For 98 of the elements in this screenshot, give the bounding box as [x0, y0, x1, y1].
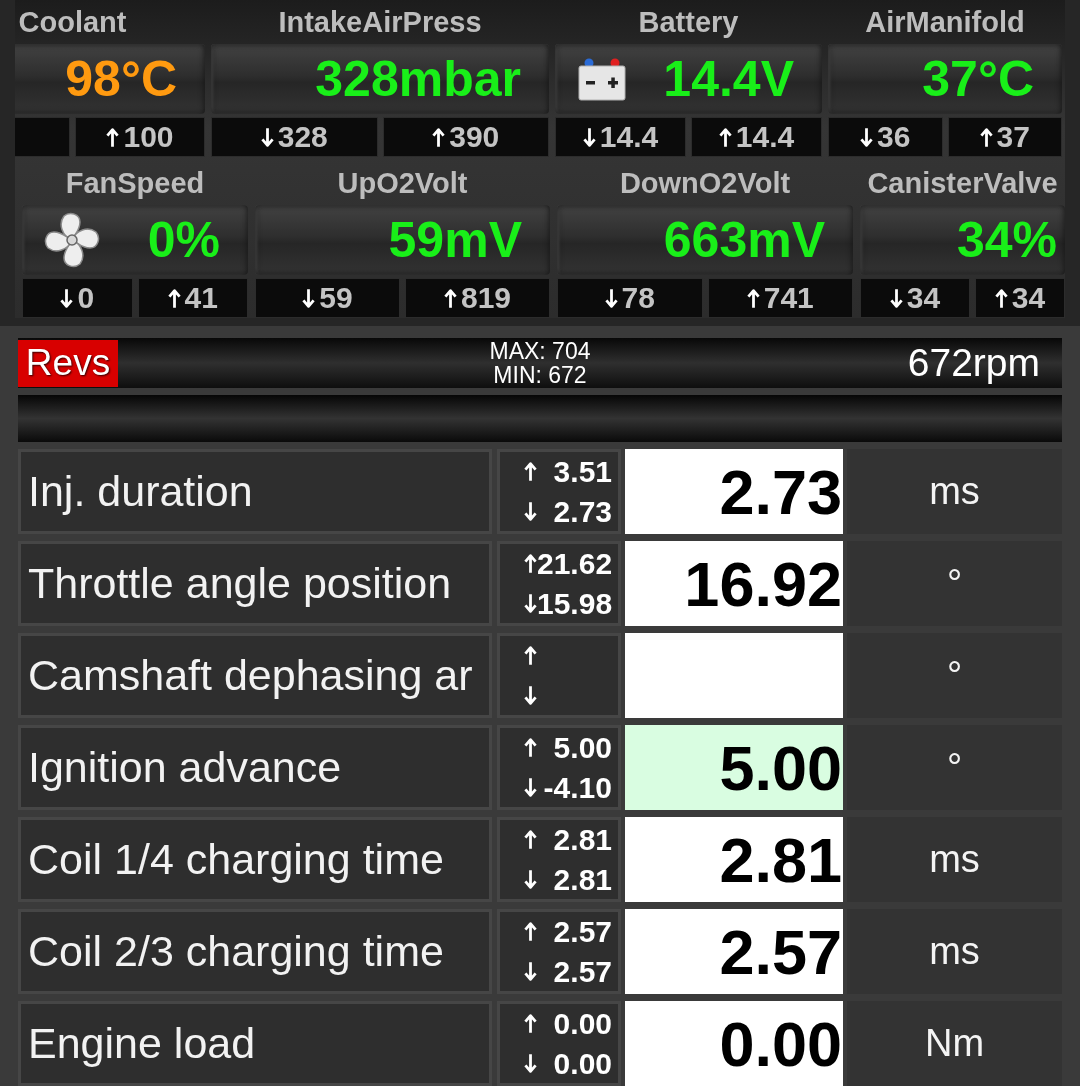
battery-icon: [577, 57, 627, 101]
gauge-label: DownO2Volt: [618, 165, 792, 201]
min-reading: 328: [277, 120, 328, 154]
max-reading: 14.4: [735, 120, 795, 154]
down-arrow-icon: [524, 685, 537, 706]
max-reading: 100: [123, 120, 174, 154]
min-reading: 78: [621, 281, 655, 315]
up-arrow-icon: [979, 126, 993, 148]
up-arrow-icon: [524, 645, 537, 666]
down-arrow-icon: [889, 287, 903, 309]
max-reading: 2.81: [553, 822, 612, 857]
up-arrow-icon: [524, 737, 537, 758]
min-reading: 0: [77, 281, 95, 315]
parameter-name: Camshaft dephasing ar: [18, 633, 492, 718]
gauge-label: UpO2Volt: [336, 165, 469, 201]
fan-icon: [44, 212, 100, 268]
max-reading: MAX: 704: [489, 339, 591, 363]
up-arrow-icon: [443, 287, 457, 309]
value-cell: 2.81: [625, 817, 843, 902]
min-reading: 14.4: [599, 120, 659, 154]
up-arrow-icon: [524, 553, 537, 574]
parameter-name: Inj. duration: [18, 449, 492, 534]
down-arrow-icon: [302, 287, 316, 309]
parameter-name: Coil 1/4 charging time: [18, 817, 492, 902]
gauge-reading: 663mV: [663, 211, 825, 269]
value-cell: 0.00: [625, 1001, 843, 1086]
min-reading: 15.98: [537, 586, 613, 621]
down-arrow-icon: [524, 1053, 537, 1074]
parameter-name: Engine load: [18, 1001, 492, 1086]
min-reading: 59: [319, 281, 353, 315]
down-arrow-icon: [860, 126, 874, 148]
parameter-name: Coil 2/3 charging time: [18, 909, 492, 994]
down-arrow-icon: [60, 287, 74, 309]
min-reading: 34: [906, 281, 941, 315]
revs-label: Revs: [18, 339, 118, 387]
gauge-reading: 14.4V: [663, 50, 794, 108]
min-reading: 2.73: [553, 494, 612, 529]
max-reading: 390: [449, 120, 500, 154]
down-arrow-icon: [582, 126, 596, 148]
unit-cell: ms: [847, 449, 1062, 534]
min-reading: -4.10: [543, 770, 612, 805]
gauge-label: IntakeAirPress: [277, 4, 483, 40]
down-arrow-icon: [260, 126, 274, 148]
value-cell: 2.73: [625, 449, 843, 534]
up-arrow-icon: [524, 921, 537, 942]
max-reading: 21.62: [537, 546, 613, 581]
max-reading: 2.57: [553, 914, 612, 949]
min-reading: 36: [877, 120, 911, 154]
max-reading: 37: [996, 120, 1030, 154]
down-arrow-icon: [524, 869, 537, 890]
up-arrow-icon: [524, 461, 537, 482]
gauge-label: FanSpeed: [64, 165, 206, 201]
unit-cell: °: [847, 633, 1062, 718]
unit-cell: °: [847, 725, 1062, 810]
parameter-name: Throttle angle position: [18, 541, 492, 626]
max-reading: 0.00: [553, 1006, 612, 1041]
unit-cell: Nm: [847, 1001, 1062, 1086]
down-arrow-icon: [604, 287, 618, 309]
gauge-reading: 0%: [147, 211, 220, 269]
gauge-label: CanisterValve: [866, 165, 1059, 201]
min-reading: MIN: 672: [493, 363, 587, 387]
gauge-reading: 34%: [956, 211, 1057, 269]
max-reading: 741: [763, 281, 814, 315]
up-arrow-icon: [718, 126, 732, 148]
max-reading: 819: [460, 281, 512, 315]
up-arrow-icon: [524, 1013, 537, 1034]
gauge-label: Coolant: [17, 4, 128, 40]
min-reading: 2.81: [553, 862, 612, 897]
min-reading: 0.00: [553, 1046, 612, 1081]
max-reading: 5.00: [553, 730, 612, 765]
gauge-reading: 59mV: [388, 211, 522, 269]
value-cell: 5.00: [625, 725, 843, 810]
rpm-reading: 672rpm: [907, 341, 1041, 385]
gauge-label: AirManifold: [864, 4, 1026, 40]
gauge-reading: 98°C: [65, 50, 177, 108]
up-arrow-icon: [432, 126, 446, 148]
up-arrow-icon: [524, 829, 537, 850]
min-reading: 2.57: [553, 954, 612, 989]
up-arrow-icon: [994, 287, 1008, 309]
gauge-reading: 37°C: [922, 50, 1034, 108]
up-arrow-icon: [167, 287, 181, 309]
gauge-reading: 328mbar: [315, 50, 521, 108]
unit-cell: ms: [847, 909, 1062, 994]
down-arrow-icon: [524, 961, 537, 982]
parameter-name: Ignition advance: [18, 725, 492, 810]
up-arrow-icon: [746, 287, 760, 309]
gauge-label: Battery: [637, 4, 740, 40]
unit-cell: ms: [847, 817, 1062, 902]
value-cell: 16.92: [625, 541, 843, 626]
value-cell: 2.57: [625, 909, 843, 994]
down-arrow-icon: [524, 501, 537, 522]
down-arrow-icon: [524, 777, 537, 798]
max-reading: 34: [1011, 281, 1046, 315]
up-arrow-icon: [106, 126, 120, 148]
unit-cell: °: [847, 541, 1062, 626]
max-reading: 3.51: [553, 454, 612, 489]
down-arrow-icon: [524, 593, 537, 614]
max-reading: 41: [184, 281, 218, 315]
